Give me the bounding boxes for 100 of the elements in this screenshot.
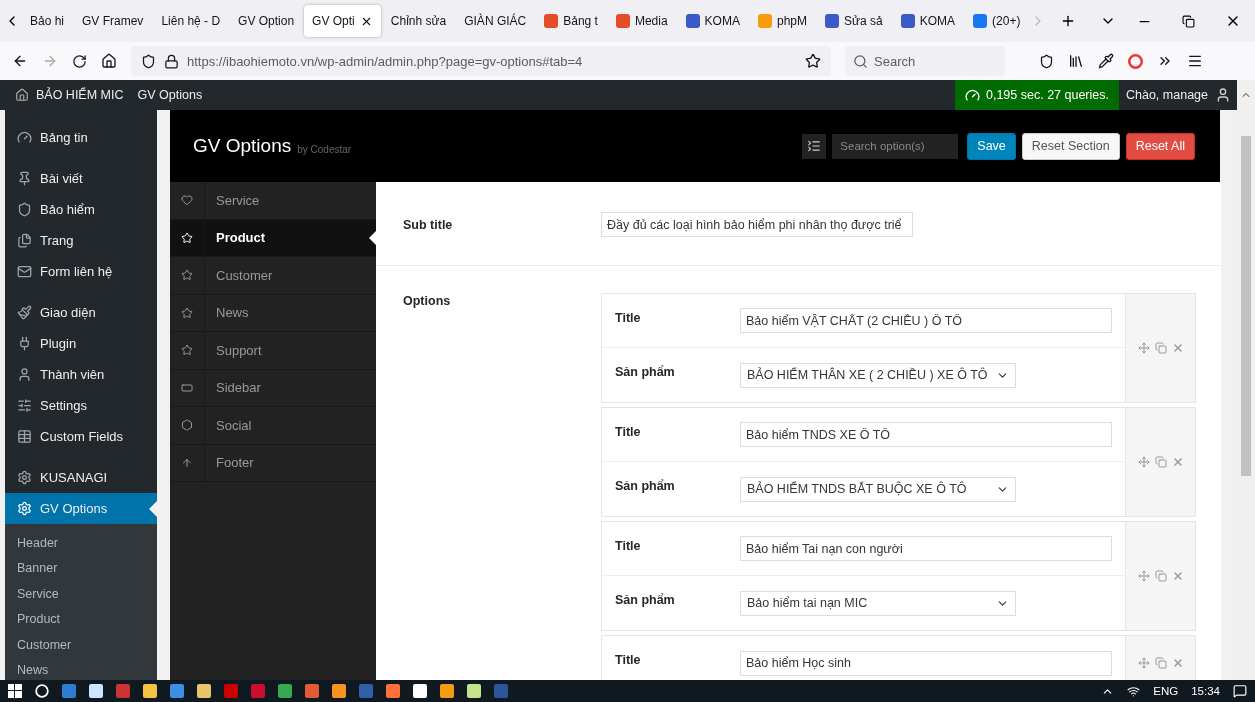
field-label: Sản phẩm (615, 364, 676, 379)
submenu-item[interactable]: Service (5, 581, 157, 607)
browser-tab[interactable]: Bảo hi (22, 5, 73, 37)
menu-item[interactable]: Settings (5, 390, 157, 421)
menu-icon[interactable] (1187, 53, 1203, 69)
reload-icon[interactable] (72, 53, 87, 69)
app-icon[interactable] (89, 684, 103, 698)
field-label: Title (615, 538, 642, 553)
menu-item[interactable]: GV Options (5, 493, 157, 524)
scroll-up-icon[interactable] (1237, 80, 1255, 110)
app-icon[interactable] (467, 684, 481, 698)
browser-tab[interactable]: KOMA (892, 5, 964, 37)
restore-icon[interactable] (1182, 14, 1195, 28)
app-icon[interactable] (386, 684, 400, 698)
pipette-icon[interactable] (1098, 53, 1114, 69)
app-icon[interactable] (251, 684, 265, 698)
move-icon[interactable] (1137, 456, 1150, 468)
app-icon[interactable] (224, 684, 238, 698)
menu-item[interactable]: Custom Fields (5, 421, 157, 452)
browser-tab[interactable]: Chỉnh sửa (382, 5, 455, 37)
submenu-item[interactable]: Header (5, 530, 157, 556)
reset-all-button[interactable]: Reset All (1125, 132, 1195, 160)
submenu-item[interactable]: Banner (5, 555, 157, 581)
menu-item[interactable]: Trang (5, 225, 157, 256)
browser-tab[interactable]: GV Option (230, 5, 303, 37)
library-icon[interactable] (1068, 53, 1084, 69)
browser-tab[interactable]: Liên hệ - D (153, 5, 229, 37)
browser-tab[interactable]: Media (607, 5, 676, 37)
input-field[interactable]: Bảo hiểm VẬT CHẤT (2 CHIỀU ) Ô TÔ (740, 308, 1112, 333)
field-label: Sub title (403, 217, 454, 234)
browser-tab[interactable]: GV Opti (304, 5, 381, 37)
browser-tab[interactable]: KOMA (677, 5, 748, 37)
nav-item[interactable]: Product (170, 219, 376, 257)
windows-icon[interactable] (8, 684, 22, 698)
wifi-icon[interactable] (1127, 684, 1141, 698)
home-icon[interactable] (15, 88, 29, 102)
app-icon[interactable] (413, 684, 427, 698)
copy-icon[interactable] (1154, 456, 1167, 468)
account-link[interactable]: Chào, manage (1119, 88, 1215, 102)
menu-item[interactable]: Bảo hiểm (5, 194, 157, 225)
browser-tab[interactable]: GIÀN GIÁC (456, 5, 535, 37)
back-icon[interactable] (12, 53, 28, 69)
browser-tab[interactable]: phpM (749, 5, 815, 37)
copy-icon[interactable] (1154, 342, 1167, 354)
select-field[interactable]: Bảo hiểm tai nạn MIC (740, 590, 1016, 616)
performance-badge: 0,195 sec. 27 queries. (955, 80, 1119, 110)
browser-tab[interactable]: (20+) (965, 5, 1029, 37)
app-icon[interactable] (116, 684, 130, 698)
move-icon[interactable] (1137, 657, 1150, 669)
reset-section-button[interactable]: Reset Section (1021, 132, 1120, 160)
menu-item[interactable]: KUSANAGI (5, 462, 157, 493)
address-bar[interactable]: https://ibaohiemoto.vn/wp-admin/admin.php?page=gv-options#tab=4 (131, 46, 831, 76)
search-field[interactable]: Search (845, 46, 1005, 76)
app-icon[interactable] (62, 684, 76, 698)
submenu-item[interactable]: Product (5, 606, 157, 632)
notification-icon[interactable] (1233, 684, 1247, 698)
menu-item[interactable]: Thành viên (5, 359, 157, 390)
select-field[interactable]: BẢO HIỂM TNDS BẮT BUỘC XE Ô TÔ (740, 476, 1016, 502)
shield-icon[interactable] (1039, 53, 1054, 69)
home-icon[interactable] (101, 53, 117, 69)
plug-icon (17, 336, 32, 351)
app-icon[interactable] (170, 684, 184, 698)
submenu-item[interactable]: Customer (5, 632, 157, 658)
menu-item[interactable]: Giao diện (5, 297, 157, 328)
move-icon[interactable] (1137, 342, 1150, 354)
browser-tab[interactable]: Sửa sả (817, 5, 891, 37)
star-icon[interactable] (805, 53, 821, 69)
menu-item[interactable]: Bảng tin (5, 122, 157, 153)
page-link[interactable]: GV Options (130, 88, 210, 102)
site-link[interactable]: BẢO HIỂM MIC (29, 88, 131, 102)
app-icon[interactable] (143, 684, 157, 698)
select-field[interactable]: BẢO HIỂM THÂN XE ( 2 CHIỀU ) XE Ô TÔ (740, 362, 1016, 388)
input-field[interactable]: Bảo hiểm Tai nạn con người (740, 536, 1112, 561)
list-icon[interactable] (802, 133, 827, 159)
app-icon[interactable] (278, 684, 292, 698)
shield-icon (17, 202, 32, 217)
move-icon[interactable] (1137, 570, 1150, 582)
input-field[interactable]: Đầy đủ các loại hình bảo hiểm phi nhân thọ được triể (601, 212, 913, 237)
star-icon (181, 269, 193, 282)
language-indicator[interactable]: ENG (1153, 685, 1179, 697)
app-icon[interactable] (305, 684, 319, 698)
forward-icon[interactable] (42, 53, 58, 69)
browser-tab[interactable]: Bảng t (536, 5, 606, 37)
search-field[interactable]: Search option(s) (832, 133, 959, 159)
submenu-item[interactable]: News (5, 657, 157, 680)
sliders-icon (17, 398, 32, 413)
clock[interactable]: 15:34 (1191, 685, 1220, 697)
input-field[interactable]: Bảo hiểm Học sinh (740, 650, 1112, 676)
app-icon[interactable] (440, 684, 454, 698)
save-button[interactable]: Save (967, 132, 1016, 160)
menu-item[interactable]: Form liên hệ (5, 256, 157, 287)
menu-item[interactable]: Plugin (5, 328, 157, 359)
app-icon[interactable] (197, 684, 211, 698)
browser-tab[interactable]: GV Framev (74, 5, 152, 37)
search-icon[interactable] (35, 684, 49, 698)
copy-icon[interactable] (1154, 657, 1167, 669)
menu-item[interactable]: Bài viết (5, 163, 157, 194)
copy-icon[interactable] (1154, 570, 1167, 582)
app-icon[interactable] (332, 684, 346, 698)
input-field[interactable]: Bảo hiểm TNDS XE Ô TÔ (740, 422, 1112, 447)
